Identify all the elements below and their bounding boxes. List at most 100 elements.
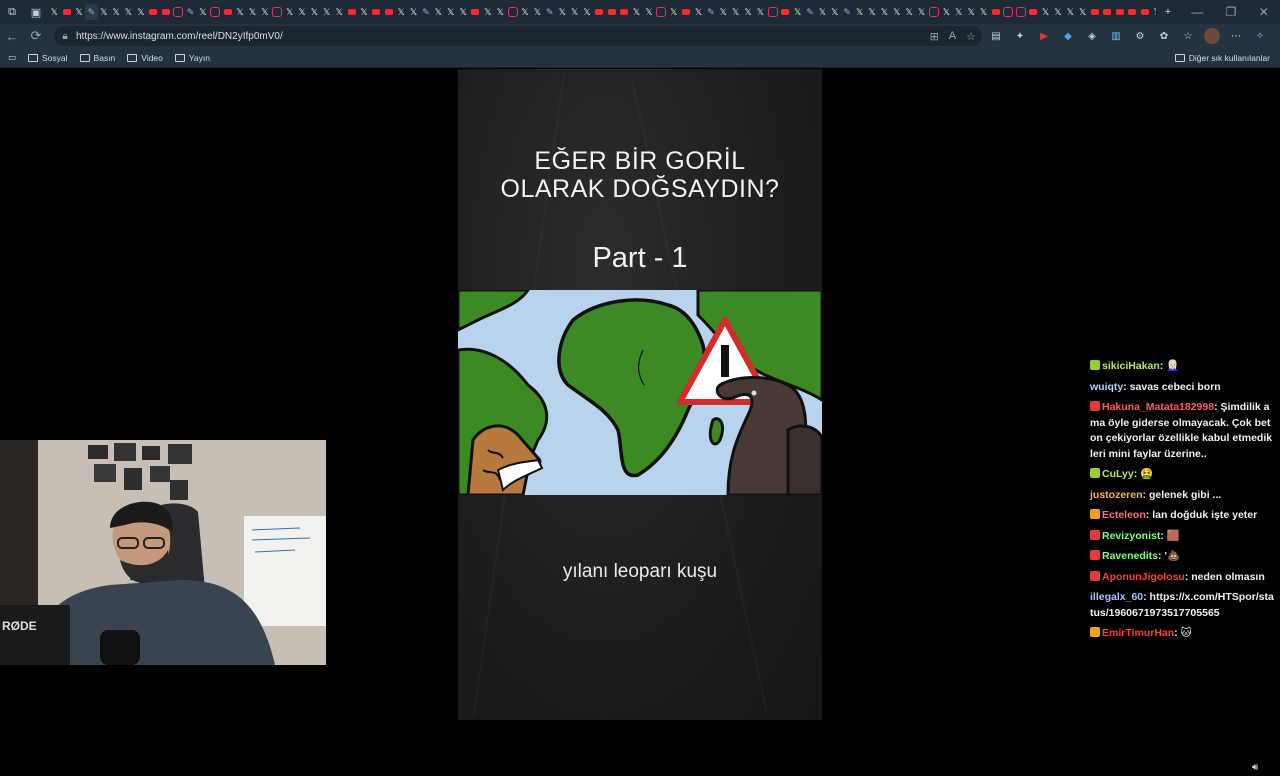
browser-tab[interactable] xyxy=(1002,4,1014,20)
browser-tab[interactable] xyxy=(680,4,692,20)
browser-tab[interactable] xyxy=(618,4,630,20)
browser-tab[interactable]: 𝕏 xyxy=(791,4,803,20)
extension-icon[interactable]: ⚙ xyxy=(1132,28,1148,44)
chat-username[interactable]: illegalx_60 xyxy=(1090,591,1143,603)
extension-icon[interactable]: ▶ xyxy=(1036,28,1052,44)
browser-tab[interactable] xyxy=(1089,4,1101,20)
read-aloud-icon[interactable]: A xyxy=(949,30,956,43)
browser-tab[interactable] xyxy=(593,4,605,20)
profile-avatar[interactable] xyxy=(1204,28,1220,44)
browser-tab[interactable] xyxy=(1101,4,1113,20)
browser-tab[interactable] xyxy=(345,4,357,20)
browser-tab[interactable]: 𝕏 xyxy=(1052,4,1064,20)
browser-tab[interactable] xyxy=(383,4,395,20)
extension-icon[interactable]: ✦ xyxy=(1012,28,1028,44)
browser-tab[interactable]: 𝕏 xyxy=(953,4,965,20)
browser-tab[interactable]: 𝕏 xyxy=(259,4,271,20)
browser-tab[interactable]: ✎ xyxy=(85,4,98,20)
browser-tab[interactable]: 𝕏 xyxy=(903,4,915,20)
browser-tab[interactable]: 𝕏 xyxy=(581,4,593,20)
extension-icon[interactable]: ✿ xyxy=(1156,28,1172,44)
favorites-icon[interactable]: ☆ xyxy=(1180,28,1196,44)
browser-tab[interactable] xyxy=(271,4,283,20)
browser-tab[interactable]: 𝕏 xyxy=(135,4,147,20)
browser-tab[interactable]: 𝕏 xyxy=(110,4,122,20)
chat-username[interactable]: EmirTimurHan xyxy=(1102,627,1174,639)
browser-tab[interactable] xyxy=(990,4,1002,20)
bookmark-folder-basin[interactable]: Basın xyxy=(79,53,115,63)
browser-tab[interactable]: ✎ xyxy=(804,4,816,20)
browser-tab[interactable]: 𝕏 xyxy=(556,4,568,20)
refresh-icon[interactable]: ⟳ xyxy=(24,28,48,44)
instagram-reel[interactable]: EĞER BİR GORİL OLARAK DOĞSAYDIN? Part - … xyxy=(458,69,822,720)
browser-tab[interactable] xyxy=(1027,4,1039,20)
minimize-button[interactable]: — xyxy=(1191,5,1203,19)
back-icon[interactable]: ← xyxy=(0,29,24,44)
browser-tab[interactable] xyxy=(221,4,233,20)
extension-icon[interactable]: ◈ xyxy=(1084,28,1100,44)
bookmark-folder-yayin[interactable]: Yayın xyxy=(174,53,210,63)
browser-tab[interactable]: 𝕏 xyxy=(940,4,952,20)
favorite-star-icon[interactable]: ☆ xyxy=(966,30,976,43)
browser-tab[interactable] xyxy=(1138,4,1150,20)
other-favorites[interactable]: Diğer sık kullanılanlar xyxy=(1174,53,1270,63)
browser-tab[interactable]: ✎ xyxy=(184,4,196,20)
browser-tab[interactable] xyxy=(160,4,172,20)
browser-tab[interactable]: 𝕏 xyxy=(98,4,110,20)
browser-tab[interactable]: 𝕏 xyxy=(568,4,580,20)
browser-tab[interactable]: 𝕏 xyxy=(630,4,642,20)
chat-username[interactable]: justozeren xyxy=(1090,489,1143,501)
browser-tab[interactable]: 𝕏 xyxy=(1064,4,1076,20)
browser-tab[interactable] xyxy=(767,4,779,20)
chat-username[interactable]: Ecteleon xyxy=(1102,509,1146,521)
chat-username[interactable]: CuLyy xyxy=(1102,468,1134,480)
chat-username[interactable]: sikiciHakan xyxy=(1102,360,1160,372)
browser-tab[interactable] xyxy=(370,4,382,20)
browser-tab[interactable]: 𝕏 xyxy=(296,4,308,20)
browser-tab[interactable] xyxy=(779,4,791,20)
split-screen-icon[interactable]: ⊞ xyxy=(930,30,939,43)
browser-tab[interactable]: 𝕏 xyxy=(915,4,927,20)
lock-icon[interactable]: 🔒︎ xyxy=(54,31,76,42)
extension-icon[interactable]: ◆ xyxy=(1060,28,1076,44)
browser-tab[interactable]: 𝕏 xyxy=(494,4,506,20)
browser-tab[interactable]: 𝕏 xyxy=(197,4,209,20)
browser-tab[interactable]: 𝕏 xyxy=(445,4,457,20)
browser-tab[interactable] xyxy=(1114,4,1126,20)
browser-tab[interactable]: 𝕏 xyxy=(1039,4,1051,20)
tab-actions-icon[interactable]: ▣ xyxy=(24,0,48,24)
browser-tab[interactable]: 𝕏 xyxy=(717,4,729,20)
browser-tab[interactable]: 𝕏 xyxy=(308,4,320,20)
browser-tab[interactable]: 𝕏 xyxy=(729,4,741,20)
chat-username[interactable]: wuiqty xyxy=(1090,381,1123,393)
browser-tab[interactable] xyxy=(655,4,667,20)
browser-tab[interactable]: 𝕏 xyxy=(742,4,754,20)
browser-tab[interactable]: 𝕏 xyxy=(358,4,370,20)
browser-tab[interactable]: 𝕏 xyxy=(829,4,841,20)
browser-tab[interactable]: 𝕏 xyxy=(73,4,85,20)
workspaces-icon[interactable]: ⧉ xyxy=(0,0,24,24)
browser-tab[interactable]: 𝕏 xyxy=(48,4,60,20)
browser-tab[interactable]: 𝕏 xyxy=(234,4,246,20)
browser-tab[interactable]: 𝕏 xyxy=(283,4,295,20)
chat-username[interactable]: AponunJigolosu xyxy=(1102,571,1185,583)
browser-tab[interactable] xyxy=(506,4,518,20)
browser-tab[interactable]: 𝕏 xyxy=(853,4,865,20)
browser-tab[interactable]: 𝕏 xyxy=(1076,4,1088,20)
browser-tab[interactable]: 𝕏 xyxy=(866,4,878,20)
browser-tab[interactable]: 𝕏 xyxy=(246,4,258,20)
restore-button[interactable]: ❐ xyxy=(1226,5,1237,19)
browser-tab[interactable] xyxy=(469,4,481,20)
url-text[interactable]: https://www.instagram.com/reel/DN2yIfp0m… xyxy=(76,31,283,42)
browser-tab[interactable]: 𝕏 xyxy=(891,4,903,20)
browser-tab[interactable]: 𝕏 xyxy=(122,4,134,20)
close-window-button[interactable]: ✕ xyxy=(1259,5,1269,19)
speaker-icon[interactable]: 🔊︎ xyxy=(1252,762,1266,776)
browser-tab[interactable]: 𝕏 xyxy=(754,4,766,20)
bookmark-folder-video[interactable]: Video xyxy=(127,53,163,63)
new-tab-button[interactable]: + xyxy=(1156,0,1180,24)
browser-tab[interactable] xyxy=(172,4,184,20)
browser-tab[interactable]: 𝕏 xyxy=(407,4,419,20)
browser-tab[interactable]: ✎ xyxy=(420,4,432,20)
browser-tab[interactable]: 𝕏 xyxy=(692,4,704,20)
